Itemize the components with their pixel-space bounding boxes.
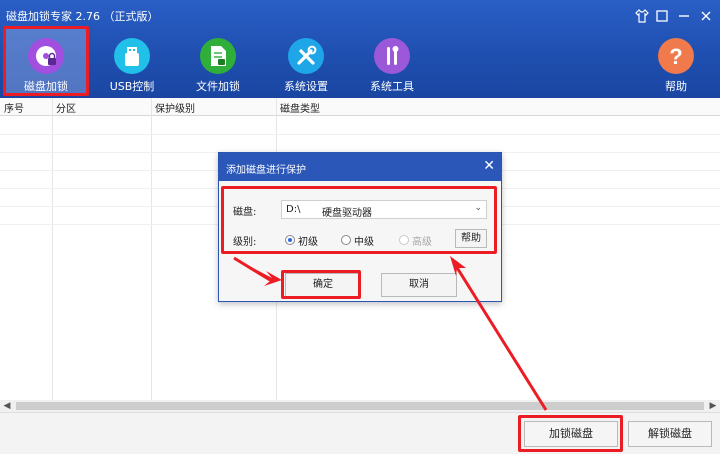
level-label: 级别: xyxy=(233,237,257,248)
column-divider xyxy=(151,98,152,400)
dialog-close-icon[interactable]: ✕ xyxy=(483,158,495,174)
file-lock-icon xyxy=(200,38,236,74)
dialog-titlebar: 添加磁盘进行保护 ✕ xyxy=(219,153,501,181)
table-header: 序号 分区 保护级别 磁盘类型 xyxy=(0,98,720,116)
column-header[interactable]: 序号 xyxy=(4,100,24,115)
level-radio-medium[interactable]: 中级 xyxy=(341,233,381,248)
minimize-icon[interactable] xyxy=(674,6,694,26)
radio-icon xyxy=(399,235,409,245)
svg-text:?: ? xyxy=(669,44,682,69)
toolbar-label: 系统设置 xyxy=(284,80,328,93)
usb-icon xyxy=(114,38,150,74)
settings-icon[interactable] xyxy=(652,6,672,26)
help-icon: ? xyxy=(658,38,694,74)
disk-lock-icon xyxy=(28,38,64,74)
toolbar-label: 磁盘加锁 xyxy=(24,80,68,93)
toolbar-label: 帮助 xyxy=(665,80,687,93)
disk-select[interactable]: D:\ 硬盘驱动器 ⌄ xyxy=(281,200,487,219)
level-radio-advanced: 高级 xyxy=(399,233,439,248)
lock-disk-button[interactable]: 加锁磁盘 xyxy=(524,421,618,447)
column-header[interactable]: 磁盘类型 xyxy=(280,100,320,115)
dialog-body: 磁盘: D:\ 硬盘驱动器 ⌄ 级别: 初级 中级 高级 帮助 确定 取消 xyxy=(219,181,501,301)
help-button[interactable]: 帮助 xyxy=(455,229,487,248)
toolbar-file-lock[interactable]: 文件加锁 xyxy=(178,28,258,94)
column-header[interactable]: 保护级别 xyxy=(155,100,195,115)
title-toolbar-area: 磁盘加锁专家 2.76 （正式版） 磁盘加锁 USB控制 文件加锁 系统设置 系… xyxy=(0,0,720,98)
bottom-bar: 加锁磁盘 解锁磁盘 xyxy=(0,412,720,454)
column-divider xyxy=(52,98,53,400)
toolbar-system-settings[interactable]: 系统设置 xyxy=(266,28,346,94)
toolbar-system-tools[interactable]: 系统工具 xyxy=(352,28,432,94)
column-header[interactable]: 分区 xyxy=(56,100,76,115)
close-icon[interactable] xyxy=(696,6,716,26)
radio-label: 初级 xyxy=(298,237,318,248)
toolbar-label: USB控制 xyxy=(109,80,155,93)
app-title: 磁盘加锁专家 2.76 （正式版） xyxy=(6,10,159,23)
radio-selected-icon xyxy=(285,235,295,245)
add-disk-dialog: 添加磁盘进行保护 ✕ 磁盘: D:\ 硬盘驱动器 ⌄ 级别: 初级 中级 高级 … xyxy=(218,152,502,302)
dialog-title: 添加磁盘进行保护 xyxy=(226,165,306,176)
ok-button[interactable]: 确定 xyxy=(285,273,361,297)
unlock-disk-button[interactable]: 解锁磁盘 xyxy=(628,421,712,447)
row-divider xyxy=(0,134,720,135)
level-radio-basic[interactable]: 初级 xyxy=(285,233,325,248)
horizontal-scrollbar[interactable]: ◀ ▶ xyxy=(0,400,720,412)
disk-drive-value: D:\ xyxy=(286,204,301,215)
toolbar-usb-control[interactable]: USB控制 xyxy=(92,28,172,94)
radio-label: 高级 xyxy=(412,237,432,248)
toolbar-label: 文件加锁 xyxy=(196,80,240,93)
cancel-button[interactable]: 取消 xyxy=(381,273,457,297)
chevron-down-icon: ⌄ xyxy=(474,203,482,213)
radio-icon xyxy=(341,235,351,245)
toolbar-help[interactable]: ? 帮助 xyxy=(636,28,716,94)
disk-type-value: 硬盘驱动器 xyxy=(322,208,372,219)
disk-label: 磁盘: xyxy=(233,207,257,218)
scroll-thumb[interactable] xyxy=(16,402,704,410)
toolbar-label: 系统工具 xyxy=(370,80,414,93)
shirt-icon[interactable] xyxy=(632,6,652,26)
radio-label: 中级 xyxy=(354,237,374,248)
scroll-left-icon[interactable]: ◀ xyxy=(0,400,14,412)
toolbar-disk-lock[interactable]: 磁盘加锁 xyxy=(6,28,86,94)
scroll-right-icon[interactable]: ▶ xyxy=(706,400,720,412)
tools-icon xyxy=(288,38,324,74)
toolbox-icon xyxy=(374,38,410,74)
